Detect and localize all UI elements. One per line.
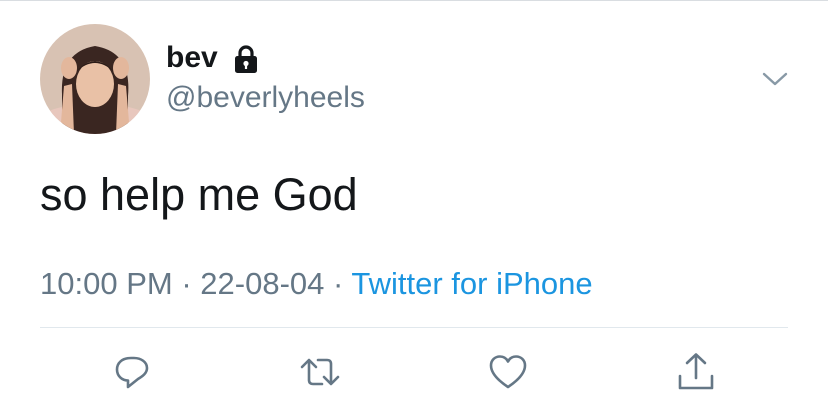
author-display-name[interactable]: bev [166,40,218,76]
share-icon[interactable] [674,350,718,394]
avatar-photo [40,24,150,134]
top-border [0,0,828,1]
tweet-meta: 10:00 PM · 22-08-04 · Twitter for iPhone [40,264,593,304]
tweet-text: so help me God [40,169,358,220]
tweet-date[interactable]: 22-08-04 [200,266,324,301]
lock-icon [235,45,257,73]
reply-icon[interactable] [110,350,154,394]
retweet-icon[interactable] [298,350,342,394]
meta-separator: · [181,266,192,301]
avatar[interactable] [40,24,150,134]
divider [40,327,788,328]
meta-separator: · [333,266,344,301]
tweet-source-link[interactable]: Twitter for iPhone [351,266,592,301]
author-handle[interactable]: @beverlyheels [166,80,365,116]
chevron-down-icon[interactable] [760,64,790,94]
tweet-time[interactable]: 10:00 PM [40,266,173,301]
heart-icon[interactable] [486,350,530,394]
